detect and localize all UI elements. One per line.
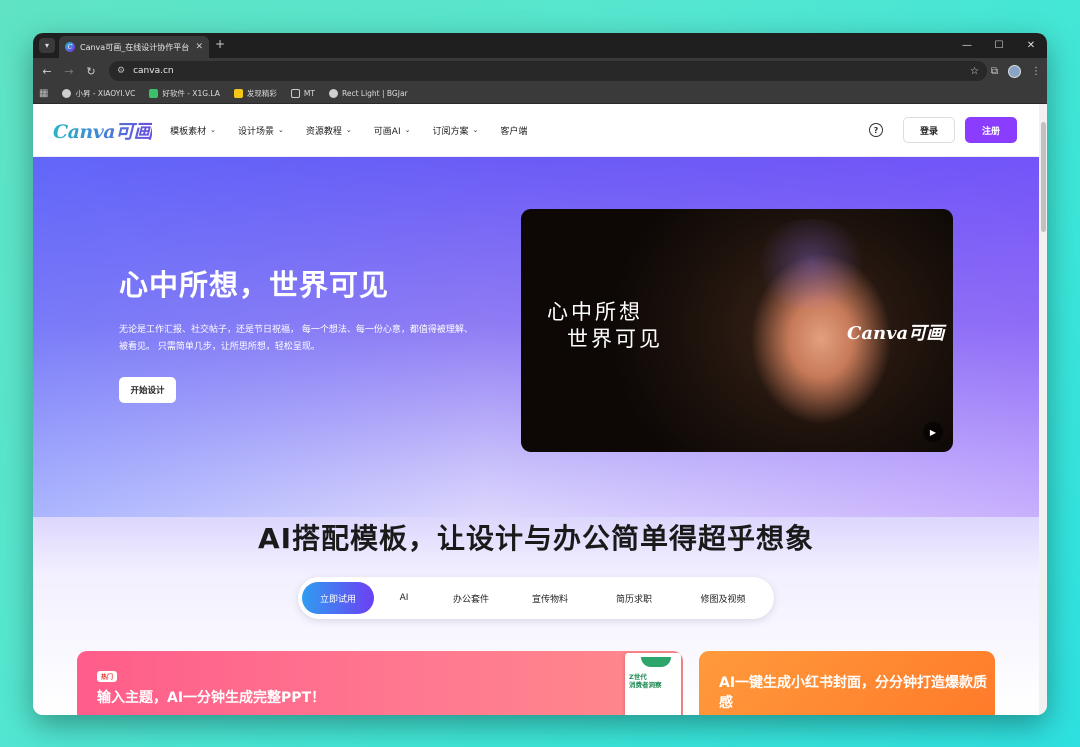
start-design-button[interactable]: 开始设计 — [119, 377, 176, 403]
chevron-down-icon: ⌄ — [404, 126, 411, 134]
window-controls: — ☐ ✕ — [951, 33, 1047, 58]
signup-button[interactable]: 注册 — [965, 117, 1017, 143]
canva-favicon-icon: C — [65, 42, 75, 52]
back-arrow-icon[interactable]: ← — [36, 65, 58, 78]
close-window-icon[interactable]: ✕ — [1015, 33, 1047, 58]
apps-grid-icon[interactable]: ▦ — [39, 88, 48, 99]
site-header: Canva可画 模板素材 ⌄ 设计场景 ⌄ 资源教程 ⌄ 可画AI ⌄ 订阅方案 ⌄ 客户… — [33, 104, 1039, 157]
login-button[interactable]: 登录 — [903, 117, 955, 143]
bookmark-star-icon[interactable]: ☆ — [970, 66, 979, 77]
play-icon[interactable]: ▶ — [923, 422, 943, 442]
decorative-shape — [641, 657, 671, 667]
forward-arrow-icon[interactable]: → — [58, 65, 80, 78]
menu-kebab-icon[interactable]: ⋮ — [1031, 66, 1041, 77]
reload-icon[interactable]: ↻ — [80, 65, 102, 78]
globe-icon — [328, 89, 338, 98]
media-light-effect — [751, 219, 871, 309]
hot-badge: 热门 — [97, 671, 118, 682]
tab-close-icon[interactable]: ✕ — [195, 42, 203, 52]
tab-ai[interactable]: AI — [374, 582, 434, 614]
page-scrollbar[interactable] — [1039, 104, 1047, 715]
folder-icon — [290, 89, 300, 98]
hero-description: 无论是工作汇报、社交帖子，还是节日祝福， 每一个想法、每一份心意，都值得被理解、… — [119, 325, 473, 352]
tab-try-now[interactable]: 立即试用 — [302, 582, 374, 614]
toolbar-right: ⧉ ⋮ — [991, 58, 1041, 84]
tab-search-button[interactable]: ▾ — [39, 38, 55, 53]
extensions-icon[interactable]: ⧉ — [991, 66, 998, 77]
chevron-down-icon: ⌄ — [210, 126, 216, 134]
card-title: 输入主题，AI一分钟生成完整PPT！ — [97, 690, 326, 706]
browser-tab-active[interactable]: C Canva可画_在线设计协作平台 ✕ — [59, 36, 209, 58]
canva-logo[interactable]: Canva可画 — [53, 117, 153, 144]
tab-title: Canva可画_在线设计协作平台 — [80, 42, 190, 52]
browser-toolbar: ← → ↻ ⚙ canva.cn ☆ ⧉ ⋮ — [33, 58, 1047, 84]
maximize-icon[interactable]: ☐ — [983, 33, 1015, 58]
nav-templates[interactable]: 模板素材 ⌄ — [170, 124, 216, 137]
tab-promo-materials[interactable]: 宣传物料 — [508, 582, 592, 614]
bookmark-item[interactable]: 小昇 - XIAOYI.VC — [62, 88, 135, 99]
category-tabs: 立即试用 AI 办公套件 宣传物料 简历求职 修图及视频 — [298, 577, 774, 619]
tab-resume[interactable]: 简历求职 — [592, 582, 676, 614]
chevron-down-icon: ⌄ — [345, 126, 352, 134]
minimize-icon[interactable]: — — [951, 33, 983, 58]
scrollbar-thumb[interactable] — [1041, 122, 1046, 232]
chevron-down-icon: ⌄ — [472, 126, 479, 134]
url-text[interactable]: canva.cn — [133, 66, 970, 76]
bookmark-item[interactable]: 好软件 - X1G.LA — [149, 88, 220, 99]
header-actions: ? 登录 注册 — [869, 117, 1017, 143]
nav-client[interactable]: 客户端 — [500, 124, 527, 137]
tab-office-suite[interactable]: 办公套件 — [434, 582, 508, 614]
bookmark-item[interactable]: 发现精彩 — [233, 88, 277, 99]
video-overlay-text: 心中所想 世界可见 — [547, 300, 663, 351]
browser-window: ▾ C Canva可画_在线设计协作平台 ✕ + — ☐ ✕ ← → ↻ ⚙ c… — [33, 33, 1047, 715]
bookmark-item[interactable]: Rect Light | BGJar — [328, 89, 408, 98]
feature-card-ppt[interactable]: 热门 输入主题，AI一分钟生成完整PPT！ Z世代 消费者洞察 — [77, 651, 683, 715]
card-title: AI一键生成小红书封面，分分钟打造爆款质感 — [719, 675, 988, 711]
feature-card-xiaohongshu[interactable]: AI一键生成小红书封面，分分钟打造爆款质感 — [699, 651, 995, 715]
tab-photo-video[interactable]: 修图及视频 — [676, 582, 770, 614]
hero-video[interactable]: 心中所想 世界可见 Canva可画 ▶ — [521, 209, 953, 452]
nav-canva-ai[interactable]: 可画AI ⌄ — [374, 124, 411, 137]
tab-strip: ▾ C Canva可画_在线设计协作平台 ✕ + — ☐ ✕ — [33, 33, 1047, 58]
nav-scenarios[interactable]: 设计场景 ⌄ — [238, 124, 284, 137]
ppt-preview-thumbnail: Z世代 消费者洞察 — [625, 653, 681, 715]
nav-pricing[interactable]: 订阅方案 ⌄ — [432, 124, 478, 137]
site-info-icon[interactable]: ⚙ — [117, 66, 125, 76]
bookmark-folder[interactable]: MT — [290, 89, 315, 98]
profile-avatar[interactable] — [1008, 64, 1021, 78]
hero-section: 心中所想，世界可见 无论是工作汇报、社交帖子，还是节日祝福， 每一个想法、每一份… — [33, 157, 1039, 715]
nav-resources[interactable]: 资源教程 ⌄ — [306, 124, 352, 137]
chevron-down-icon: ⌄ — [278, 126, 284, 134]
address-bar[interactable]: ⚙ canva.cn ☆ — [109, 61, 987, 81]
help-icon[interactable]: ? — [869, 123, 883, 137]
bookmark-favicon-icon — [62, 89, 72, 98]
section-title: AI搭配模板，让设计与办公简单得超乎想象 — [257, 522, 815, 555]
web-page: Canva可画 模板素材 ⌄ 设计场景 ⌄ 资源教程 ⌄ 可画AI ⌄ 订阅方案 ⌄ 客户… — [33, 104, 1039, 715]
bookmarks-bar: ▦ 小昇 - XIAOYI.VC 好软件 - X1G.LA 发现精彩 MT Re… — [33, 84, 1047, 104]
bookmark-favicon-icon — [233, 89, 243, 98]
bookmark-favicon-icon — [149, 89, 159, 98]
video-logo: Canva可画 — [847, 323, 945, 344]
thumbnail-text: Z世代 消费者洞察 — [629, 673, 662, 689]
hero-title: 心中所想，世界可见 — [119, 268, 390, 302]
new-tab-button[interactable]: + — [215, 37, 225, 51]
